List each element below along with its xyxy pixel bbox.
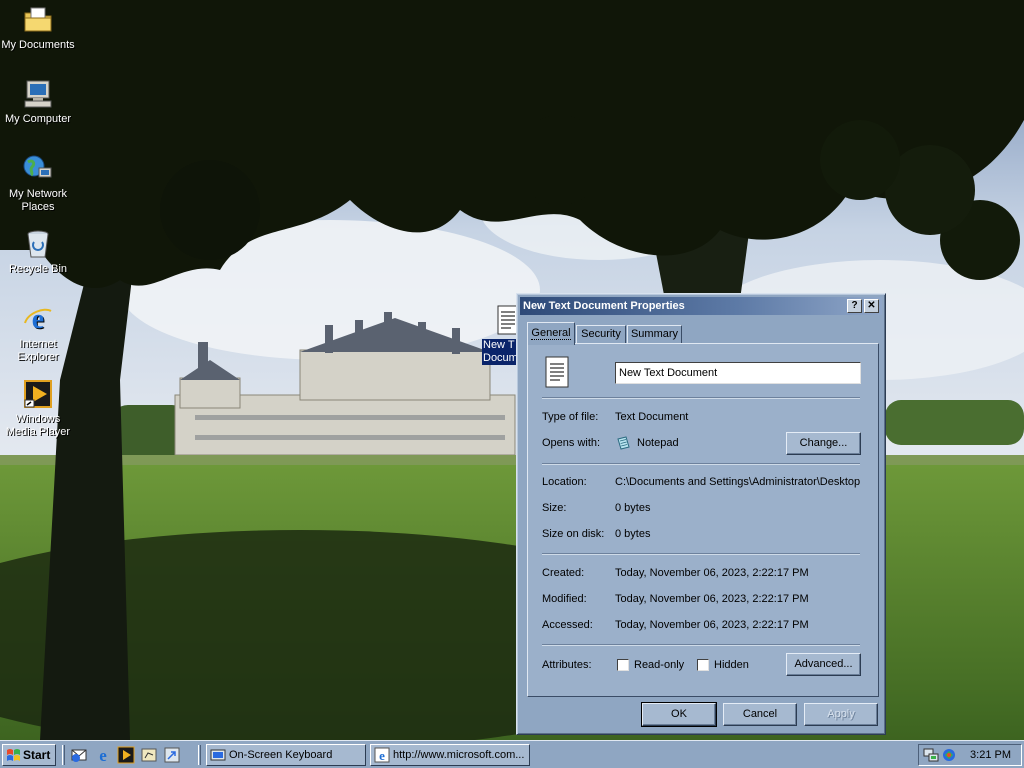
text-document-icon: [545, 356, 569, 388]
computer-icon: [24, 80, 52, 108]
dialog-titlebar[interactable]: New Text Document Properties ? ✕: [520, 297, 882, 315]
folder-documents-icon: [24, 7, 52, 32]
network-icon[interactable]: [923, 747, 939, 763]
properties-dialog: New Text Document Properties ? ✕ General…: [516, 293, 886, 735]
task-on-screen-keyboard[interactable]: On-Screen Keyboard: [206, 744, 366, 766]
read-only-label: Read-only: [634, 659, 685, 671]
size-label: Size:: [542, 502, 567, 514]
help-button[interactable]: ?: [847, 299, 862, 313]
close-button[interactable]: ✕: [864, 299, 879, 313]
type-of-file-value: Text Document: [615, 411, 689, 423]
size-value: 0 bytes: [615, 502, 651, 514]
separator: [542, 644, 860, 646]
size-on-disk-label: Size on disk:: [542, 528, 605, 540]
outlook-express-icon[interactable]: [70, 746, 88, 764]
desktop-icon-label: Recycle Bin: [8, 263, 68, 275]
general-tab-panel: Type of file: Text Document Opens with: …: [527, 343, 879, 697]
location-label: Location:: [542, 476, 587, 488]
dialog-title: New Text Document Properties: [523, 300, 685, 312]
desktop-icon-internet-explorer[interactable]: e Internet Explorer: [0, 303, 76, 364]
desktop-icon-my-network-places[interactable]: My Network Places: [0, 153, 76, 214]
modified-value: Today, November 06, 2023, 2:22:17 PM: [615, 593, 809, 605]
internet-explorer-icon: e: [374, 747, 390, 763]
tab-security[interactable]: Security: [576, 325, 626, 344]
apply-button[interactable]: Apply: [804, 703, 878, 726]
internet-explorer-icon: e: [24, 304, 52, 335]
hidden-checkbox[interactable]: [697, 659, 709, 671]
network-places-icon: [23, 155, 52, 178]
recycle-bin-icon: [27, 230, 49, 258]
shortcut-icon[interactable]: [163, 746, 181, 764]
read-only-checkbox[interactable]: [617, 659, 629, 671]
desktop-icon-my-documents[interactable]: My Documents: [0, 4, 76, 52]
tab-summary[interactable]: Summary: [627, 325, 682, 344]
desktop-icon-label: My Computer: [4, 113, 72, 125]
desktop-icon-label: Internet Explorer: [17, 338, 59, 363]
media-player-icon[interactable]: [117, 746, 135, 764]
separator: [542, 463, 860, 465]
task-internet-explorer[interactable]: e http://www.microsoft.com...: [370, 744, 530, 766]
type-of-file-label: Type of file:: [542, 411, 599, 423]
desktop-icon-label: Windows Media Player: [5, 413, 71, 438]
taskbar: Start e On-Screen Keyboard e http://www.…: [0, 740, 1024, 768]
system-tray: 3:21 PM: [918, 744, 1022, 766]
start-button[interactable]: Start: [2, 744, 56, 766]
change-button[interactable]: Change...: [786, 432, 861, 455]
clock[interactable]: 3:21 PM: [970, 745, 1011, 765]
task-area-grip[interactable]: [198, 745, 201, 765]
desktop-icon-label: My Documents: [1, 39, 75, 51]
internet-explorer-icon[interactable]: e: [94, 746, 112, 764]
accessed-label: Accessed:: [542, 619, 593, 631]
created-label: Created:: [542, 567, 585, 579]
separator: [542, 397, 860, 399]
desktop-icon-label: My Network Places: [8, 188, 68, 213]
modified-label: Modified:: [542, 593, 587, 605]
attributes-label: Attributes:: [542, 659, 592, 671]
media-player-icon: [24, 380, 52, 408]
keyboard-icon: [210, 749, 226, 761]
desktop-icon-windows-media-player[interactable]: Windows Media Player: [0, 378, 76, 439]
separator: [542, 553, 860, 555]
location-value: C:\Documents and Settings\Administrator\…: [615, 476, 861, 488]
opens-with-label: Opens with:: [542, 437, 601, 449]
windows-logo-icon: [7, 749, 20, 761]
cancel-button[interactable]: Cancel: [723, 703, 797, 726]
hidden-label: Hidden: [714, 659, 749, 671]
file-name-input[interactable]: [615, 362, 861, 384]
tab-general[interactable]: General: [527, 322, 575, 345]
advanced-button[interactable]: Advanced...: [786, 653, 861, 676]
size-on-disk-value: 0 bytes: [615, 528, 651, 540]
desktop-icon-my-computer[interactable]: My Computer: [0, 78, 76, 126]
ok-button[interactable]: OK: [641, 702, 717, 727]
svg-text:e: e: [99, 746, 107, 764]
start-label: Start: [23, 748, 51, 762]
desktop-icon-recycle-bin[interactable]: Recycle Bin: [0, 228, 76, 276]
svg-text:e: e: [379, 748, 385, 763]
accessed-value: Today, November 06, 2023, 2:22:17 PM: [615, 619, 809, 631]
notepad-icon: [617, 436, 630, 450]
opens-with-value: Notepad: [637, 437, 679, 449]
svg-text:e: e: [32, 304, 44, 335]
quick-launch-grip[interactable]: [62, 745, 65, 765]
desktop-icon[interactable]: [140, 746, 158, 764]
volume-icon[interactable]: [941, 747, 957, 763]
created-value: Today, November 06, 2023, 2:22:17 PM: [615, 567, 809, 579]
